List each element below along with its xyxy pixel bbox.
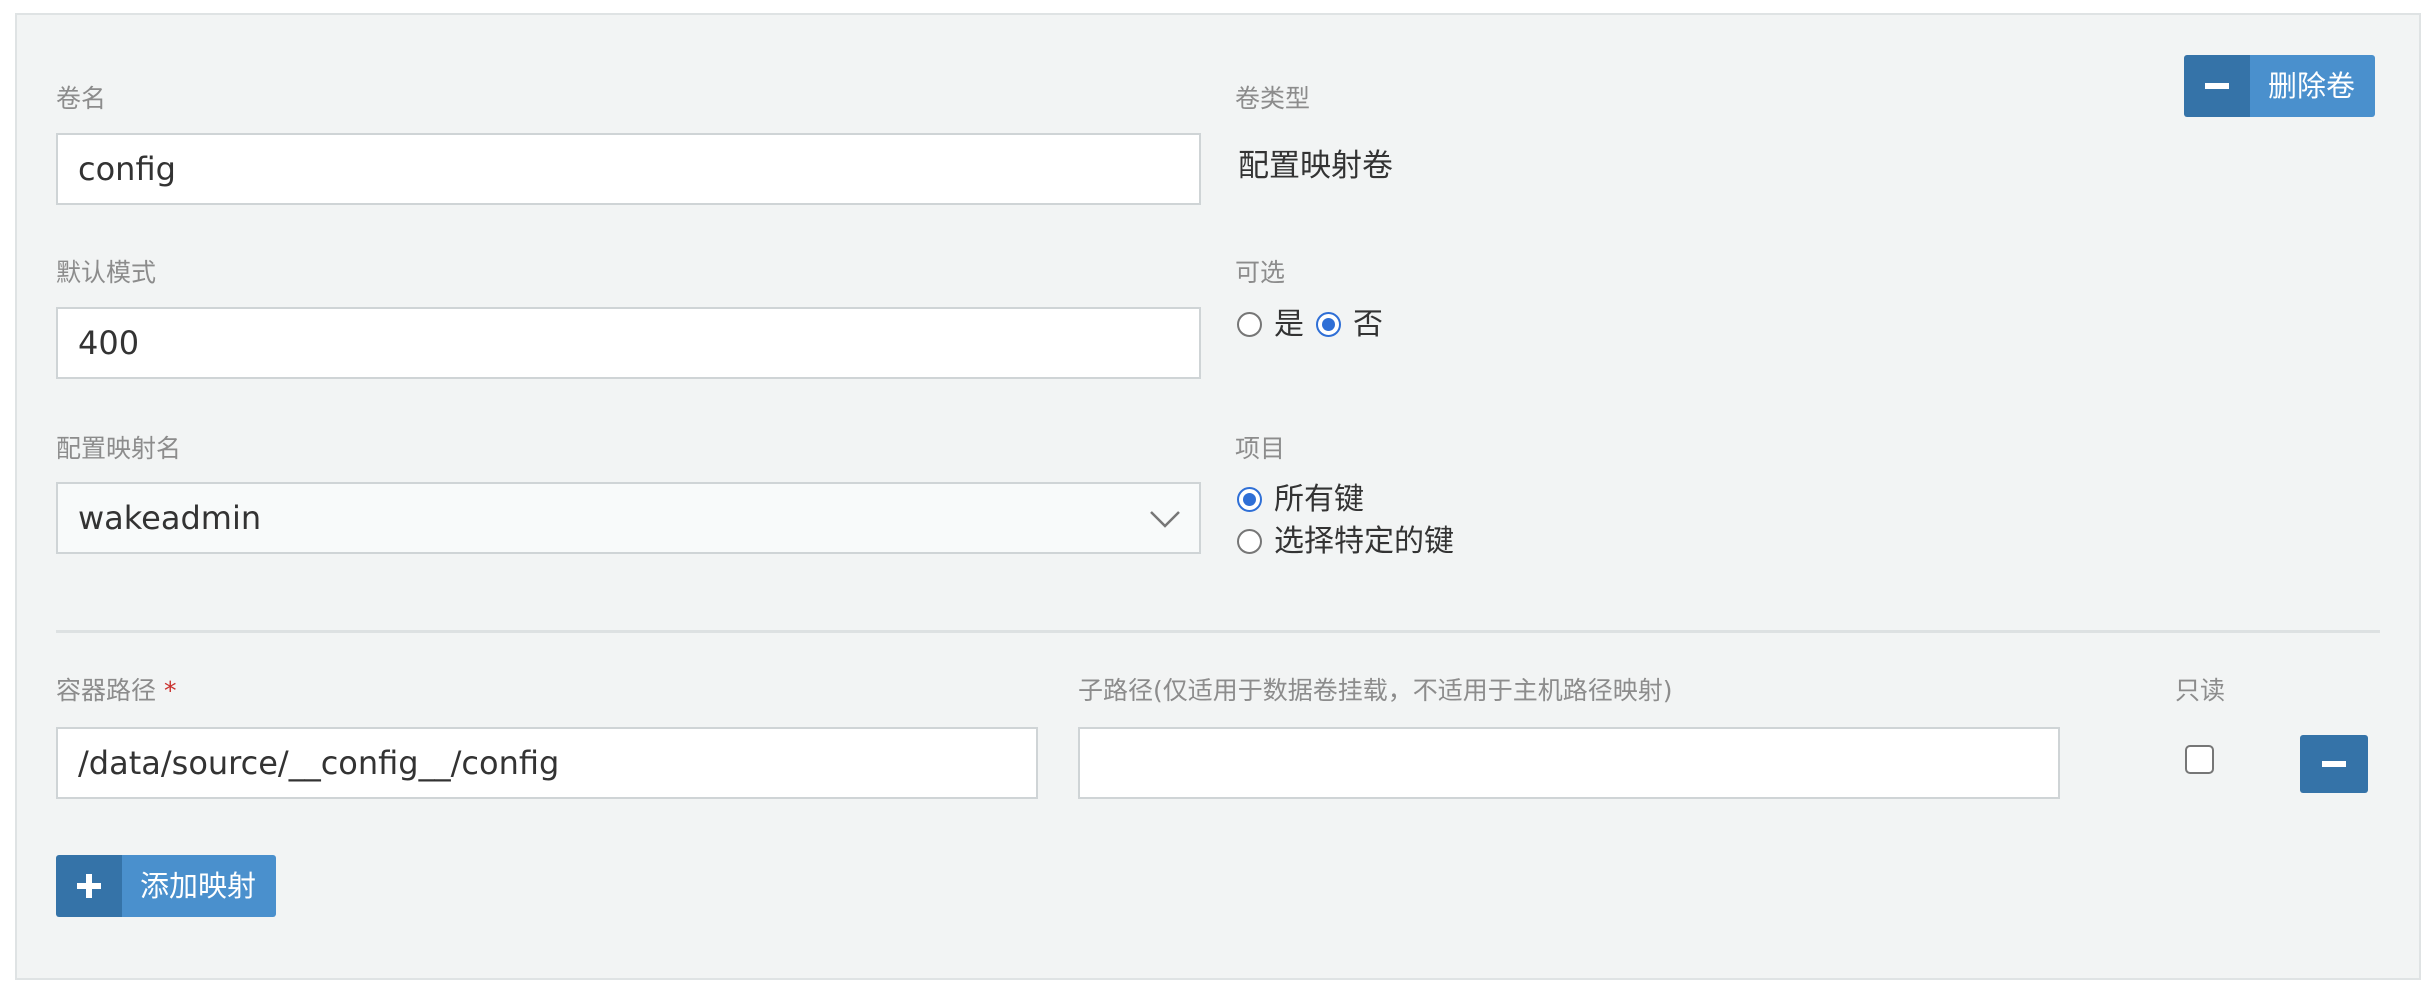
optional-yes-radio[interactable] [1237, 312, 1262, 337]
configmap-name-select[interactable]: wakeadmin [56, 482, 1201, 554]
optional-label: 可选 [1235, 258, 1286, 287]
plus-icon [56, 855, 122, 917]
items-all-keys-radio[interactable] [1237, 487, 1262, 512]
container-path-label: 容器路径 * [56, 676, 177, 706]
items-specific-keys-radio[interactable] [1237, 529, 1262, 554]
optional-no-radio[interactable] [1316, 312, 1341, 337]
configmap-name-value: wakeadmin [78, 499, 262, 537]
remove-volume-button[interactable]: 删除卷 [2184, 55, 2376, 117]
remove-mapping-button[interactable] [2300, 735, 2368, 793]
items-all-keys-label: 所有键 [1274, 482, 1364, 517]
volume-type-value: 配置映射卷 [1238, 148, 1393, 184]
default-mode-label: 默认模式 [56, 258, 157, 287]
minus-icon [2322, 761, 2346, 767]
readonly-label: 只读 [2175, 676, 2226, 705]
add-mapping-label: 添加映射 [122, 855, 277, 917]
container-path-label-text: 容器路径 [56, 676, 157, 705]
required-mark: * [164, 676, 177, 705]
optional-yes-label: 是 [1274, 307, 1304, 342]
subpath-label: 子路径(仅适用于数据卷挂载，不适用于主机路径映射) [1078, 676, 1673, 705]
volume-name-input[interactable]: config [56, 133, 1201, 205]
subpath-input[interactable] [1078, 727, 2060, 799]
configmap-name-label: 配置映射名 [56, 434, 182, 463]
volume-type-label: 卷类型 [1235, 84, 1311, 113]
minus-icon [2184, 55, 2250, 117]
readonly-checkbox[interactable] [2185, 745, 2214, 774]
remove-volume-label: 删除卷 [2250, 55, 2376, 117]
items-label: 项目 [1235, 434, 1286, 463]
chevron-down-icon [1150, 511, 1180, 528]
items-specific-keys-label: 选择特定的键 [1274, 524, 1454, 559]
default-mode-input[interactable]: 400 [56, 307, 1201, 379]
volume-name-label: 卷名 [56, 84, 107, 113]
container-path-input[interactable]: /data/source/__config__/config [56, 727, 1038, 799]
optional-no-label: 否 [1353, 307, 1383, 342]
add-mapping-button[interactable]: 添加映射 [56, 855, 277, 917]
section-divider [56, 630, 2380, 633]
